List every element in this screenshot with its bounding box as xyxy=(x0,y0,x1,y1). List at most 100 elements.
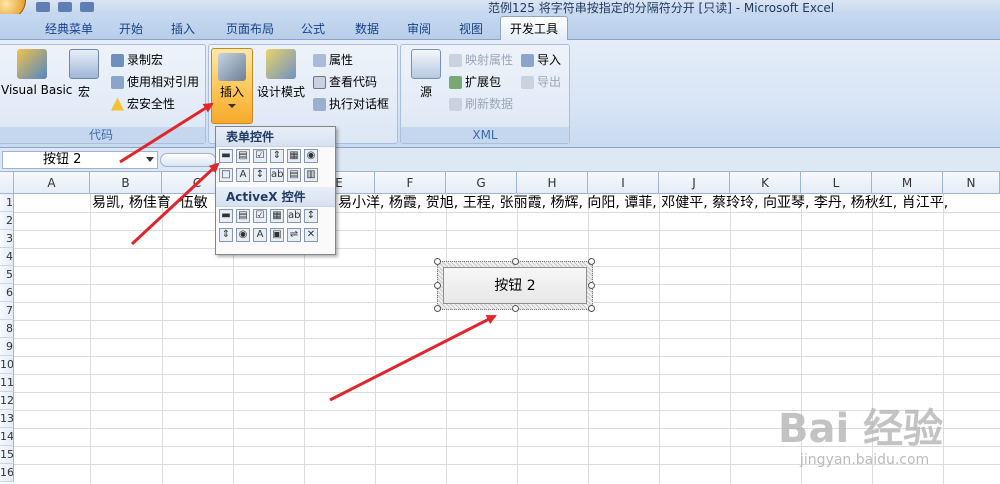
undo-icon[interactable] xyxy=(58,2,72,12)
formula-bar-resizer[interactable] xyxy=(160,153,216,167)
activex-image-icon[interactable]: ▣ xyxy=(270,228,284,242)
row-header-3[interactable]: 3 xyxy=(0,230,14,248)
combo-list-control-icon[interactable]: ▤ xyxy=(287,168,301,182)
resize-handle[interactable] xyxy=(512,258,519,265)
row-header-2[interactable]: 2 xyxy=(0,212,14,230)
design-mode-button[interactable]: 设计模式 xyxy=(255,49,307,100)
row-header-14[interactable]: 14 xyxy=(0,428,14,446)
activex-option-button-icon[interactable]: ◉ xyxy=(236,228,250,242)
group-box-control-icon[interactable]: □ xyxy=(219,168,233,182)
spin-button-control-icon[interactable]: ⇕ xyxy=(270,149,284,163)
insert-controls-button[interactable]: 插入 xyxy=(211,48,253,124)
column-header-k[interactable]: K xyxy=(730,172,801,194)
activex-label-icon[interactable]: A xyxy=(253,228,267,242)
tab-review[interactable]: 审阅 xyxy=(398,19,440,39)
row-header-13[interactable]: 13 xyxy=(0,410,14,428)
row-header-15[interactable]: 15 xyxy=(0,446,14,464)
column-header-j[interactable]: J xyxy=(659,172,730,194)
ribbon-tabs: 经典菜单 开始 插入 页面布局 公式 数据 审阅 视图 开发工具 xyxy=(0,14,1000,40)
activex-list-box-icon[interactable]: ▦ xyxy=(270,209,284,223)
resize-handle[interactable] xyxy=(588,258,595,265)
resize-handle[interactable] xyxy=(588,305,595,312)
resize-handle[interactable] xyxy=(588,282,595,289)
select-all-corner[interactable] xyxy=(0,172,14,194)
activex-more-controls-icon[interactable]: ✕ xyxy=(304,228,318,242)
row-header-12[interactable]: 12 xyxy=(0,392,14,410)
column-header-b[interactable]: B xyxy=(90,172,162,194)
relative-reference-button[interactable]: 使用相对引用 xyxy=(111,73,199,91)
resize-handle[interactable] xyxy=(512,305,519,312)
visual-basic-button[interactable]: Visual Basic xyxy=(1,49,72,97)
activex-text-box-icon[interactable]: ab xyxy=(287,209,301,223)
combo-box-control-icon[interactable]: ▤ xyxy=(236,149,250,163)
activex-command-button-icon[interactable]: ▬ xyxy=(219,209,233,223)
activex-checkbox-icon[interactable]: ☑ xyxy=(253,209,267,223)
visual-basic-icon xyxy=(17,49,47,79)
view-code-button[interactable]: 查看代码 xyxy=(313,73,377,91)
option-button-control-icon[interactable]: ◉ xyxy=(304,149,318,163)
row-header-11[interactable]: 11 xyxy=(0,374,14,392)
row-header-4[interactable]: 4 xyxy=(0,248,14,266)
run-dialog-button[interactable]: 执行对话框 xyxy=(313,95,389,113)
resize-handle[interactable] xyxy=(434,258,441,265)
column-header-i[interactable]: I xyxy=(588,172,659,194)
row-header-16[interactable]: 16 xyxy=(0,464,14,482)
source-button[interactable]: 源 xyxy=(409,49,443,100)
activex-combo-box-icon[interactable]: ▤ xyxy=(236,209,250,223)
list-box-control-icon[interactable]: ▦ xyxy=(287,149,301,163)
tab-home[interactable]: 开始 xyxy=(110,19,152,39)
resize-handle[interactable] xyxy=(434,282,441,289)
relative-reference-icon xyxy=(111,75,124,89)
activex-spin-button-icon[interactable]: ⇕ xyxy=(219,228,233,242)
row-header-5[interactable]: 5 xyxy=(0,266,14,284)
import-button[interactable]: 导入 xyxy=(521,51,561,69)
column-header-h[interactable]: H xyxy=(517,172,588,194)
tab-classic-menu[interactable]: 经典菜单 xyxy=(38,19,100,39)
row-header-7[interactable]: 7 xyxy=(0,302,14,320)
tab-insert[interactable]: 插入 xyxy=(162,19,204,39)
expansion-packs-button[interactable]: 扩展包 xyxy=(449,73,501,91)
macros-button[interactable]: 宏 xyxy=(69,49,99,100)
map-properties-button[interactable]: 映射属性 xyxy=(449,51,513,69)
column-header-a[interactable]: A xyxy=(14,172,90,194)
column-header-n[interactable]: N xyxy=(943,172,1000,194)
tab-page-layout[interactable]: 页面布局 xyxy=(218,19,282,39)
redo-icon[interactable] xyxy=(80,2,94,12)
row-header-1[interactable]: 1 xyxy=(0,194,14,212)
properties-button[interactable]: 属性 xyxy=(313,51,353,69)
row-header-10[interactable]: 10 xyxy=(0,356,14,374)
refresh-data-button[interactable]: 刷新数据 xyxy=(449,95,513,113)
label-control-icon[interactable]: A xyxy=(236,168,250,182)
combo-dropdown-control-icon[interactable]: ▥ xyxy=(304,168,318,182)
activex-toggle-button-icon[interactable]: ⇌ xyxy=(287,228,301,242)
expansion-packs-icon xyxy=(449,75,462,89)
row-header-8[interactable]: 8 xyxy=(0,320,14,338)
row-header-6[interactable]: 6 xyxy=(0,284,14,302)
resize-handle[interactable] xyxy=(434,305,441,312)
text-field-control-icon[interactable]: ab xyxy=(270,168,284,182)
sheet-form-button-label[interactable]: 按钮 2 xyxy=(443,267,587,304)
checkbox-control-icon[interactable]: ☑ xyxy=(253,149,267,163)
office-button[interactable] xyxy=(0,0,26,14)
tab-formulas[interactable]: 公式 xyxy=(292,19,334,39)
title-bar: 范例125 将字符串按指定的分隔符分开 [只读] - Microsoft Exc… xyxy=(0,0,1000,14)
tab-developer[interactable]: 开发工具 xyxy=(500,16,568,40)
column-header-g[interactable]: G xyxy=(446,172,517,194)
column-header-f[interactable]: F xyxy=(375,172,446,194)
record-macro-button[interactable]: 录制宏 xyxy=(111,51,163,69)
save-icon[interactable] xyxy=(36,2,50,12)
column-header-l[interactable]: L xyxy=(801,172,872,194)
tab-data[interactable]: 数据 xyxy=(346,19,388,39)
export-button[interactable]: 导出 xyxy=(521,73,561,91)
activex-scroll-bar-icon[interactable]: ↕ xyxy=(304,209,318,223)
design-mode-icon xyxy=(266,49,296,79)
button-control-icon[interactable]: ▬ xyxy=(219,149,233,163)
chevron-down-icon[interactable] xyxy=(146,157,154,162)
tab-view[interactable]: 视图 xyxy=(450,19,492,39)
name-box[interactable]: 按钮 2 xyxy=(2,151,158,169)
column-header-m[interactable]: M xyxy=(872,172,943,194)
macro-security-button[interactable]: 宏安全性 xyxy=(111,95,175,113)
row-header-9[interactable]: 9 xyxy=(0,338,14,356)
scroll-bar-control-icon[interactable]: ↕ xyxy=(253,168,267,182)
sheet-form-button[interactable]: 按钮 2 xyxy=(434,258,595,312)
